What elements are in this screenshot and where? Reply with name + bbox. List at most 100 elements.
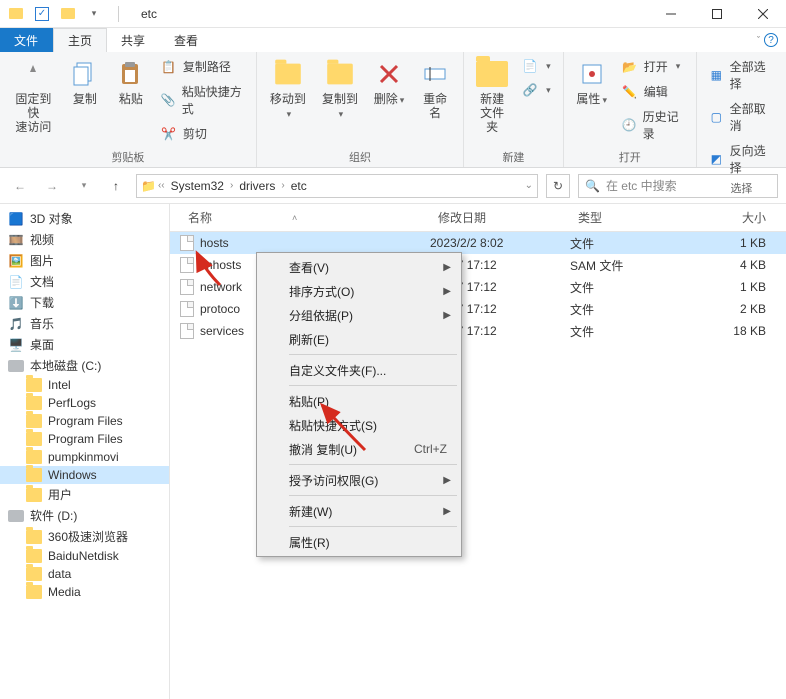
breadcrumb[interactable]: 📁 ‹‹ System32 › drivers › etc ⌄ — [136, 174, 538, 198]
tree-item[interactable]: 用户 — [0, 484, 169, 505]
menu-paste-shortcut[interactable]: 粘贴快捷方式(S) — [259, 413, 459, 437]
menu-grant-access[interactable]: 授予访问权限(G)▶ — [259, 468, 459, 492]
tree-item[interactable]: 🖼️图片 — [0, 250, 169, 271]
copy-button[interactable]: 复制 — [65, 56, 105, 108]
search-input[interactable]: 🔍 在 etc 中搜索 — [578, 174, 778, 198]
col-date[interactable]: 修改日期 — [430, 209, 570, 226]
tree-item[interactable]: 🟦3D 对象 — [0, 208, 169, 229]
col-size[interactable]: 大小 — [670, 209, 786, 226]
tree-item[interactable]: Intel — [0, 376, 169, 394]
pin-button[interactable]: 固定到快 速访问 — [8, 56, 59, 136]
dropdown-icon[interactable]: ⌄ — [525, 180, 533, 191]
column-headers[interactable]: 名称˄ 修改日期 类型 大小 — [170, 204, 786, 232]
menu-new[interactable]: 新建(W)▶ — [259, 499, 459, 523]
copy-path-button[interactable]: 📋复制路径 — [157, 56, 248, 77]
breadcrumb-item[interactable]: etc — [287, 179, 311, 193]
up-button[interactable]: ↑ — [104, 174, 128, 198]
chevron-icon[interactable]: › — [230, 180, 233, 191]
help-button[interactable]: ˇ? — [755, 28, 778, 52]
folder-icon-2 — [60, 6, 76, 22]
menu-refresh[interactable]: 刷新(E) — [259, 327, 459, 351]
breadcrumb-item[interactable]: drivers — [235, 179, 279, 193]
file-icon — [180, 235, 194, 251]
menu-paste[interactable]: 粘贴(P) — [259, 389, 459, 413]
tree-item[interactable]: BaiduNetdisk — [0, 547, 169, 565]
tree-item-label: Windows — [48, 468, 97, 482]
col-type[interactable]: 类型 — [570, 209, 670, 226]
select-none-button[interactable]: ▢全部取消 — [705, 98, 778, 136]
qat-dropdown-icon[interactable]: ▾ — [86, 6, 102, 22]
tree-item[interactable]: ⬇️下载 — [0, 292, 169, 313]
folder-icon — [26, 378, 42, 392]
file-size: 4 KB — [670, 258, 786, 272]
tree-item[interactable]: Program Files — [0, 430, 169, 448]
easy-access-button[interactable]: 🔗▾ — [518, 80, 555, 100]
folder-icon — [26, 432, 42, 446]
new-folder-button[interactable]: 新建 文件夹 — [472, 56, 512, 136]
tree-item[interactable]: Media — [0, 583, 169, 601]
tree-item-label: 本地磁盘 (C:) — [30, 357, 101, 374]
move-to-button[interactable]: 移动到▾ — [265, 56, 311, 123]
file-type: SAM 文件 — [570, 257, 670, 274]
group-open-label: 打开 — [572, 147, 688, 165]
tab-file[interactable]: 文件 — [0, 28, 53, 52]
tree-item[interactable]: 🎵音乐 — [0, 313, 169, 334]
close-button[interactable] — [740, 0, 786, 28]
minimize-button[interactable] — [648, 0, 694, 28]
vid-icon: 🎞️ — [8, 233, 24, 247]
cut-button[interactable]: ✂️剪切 — [157, 123, 248, 144]
tree-item[interactable]: 🖥️桌面 — [0, 334, 169, 355]
history-button[interactable]: 🕘历史记录 — [618, 106, 688, 144]
refresh-button[interactable]: ↻ — [546, 174, 570, 198]
tree-item[interactable]: 🎞️视频 — [0, 229, 169, 250]
menu-customize[interactable]: 自定义文件夹(F)... — [259, 358, 459, 382]
forward-button[interactable]: → — [40, 174, 64, 198]
tree-item[interactable]: Windows — [0, 466, 169, 484]
rename-button[interactable]: 重命名 — [415, 56, 455, 122]
menu-view[interactable]: 查看(V)▶ — [259, 255, 459, 279]
folder-icon — [26, 585, 42, 599]
tree-item[interactable]: 软件 (D:) — [0, 505, 169, 526]
recent-button[interactable]: ▾ — [72, 174, 96, 198]
tree-item[interactable]: PerfLogs — [0, 394, 169, 412]
new-item-button[interactable]: 📄▾ — [518, 56, 555, 76]
paste-button[interactable]: 粘贴 — [111, 56, 151, 108]
tree-item-label: 3D 对象 — [30, 210, 73, 227]
delete-button[interactable]: 删除▾ — [369, 56, 409, 109]
menu-properties[interactable]: 属性(R) — [259, 530, 459, 554]
table-row[interactable]: hosts2023/2/2 8:02文件1 KB — [170, 232, 786, 254]
menu-undo[interactable]: 撤消 复制(U)Ctrl+Z — [259, 437, 459, 461]
tree-item[interactable]: 360极速浏览器 — [0, 526, 169, 547]
tab-share[interactable]: 共享 — [107, 28, 160, 52]
tab-home[interactable]: 主页 — [53, 28, 107, 52]
breadcrumb-item[interactable]: System32 — [167, 179, 228, 193]
file-type: 文件 — [570, 323, 670, 340]
copy-to-button[interactable]: 复制到▾ — [317, 56, 363, 123]
file-name: hosts — [200, 236, 229, 250]
tree-item[interactable]: Program Files — [0, 412, 169, 430]
maximize-button[interactable] — [694, 0, 740, 28]
tree-item[interactable]: 本地磁盘 (C:) — [0, 355, 169, 376]
edit-button[interactable]: ✏️编辑 — [618, 81, 688, 102]
menu-sort[interactable]: 排序方式(O)▶ — [259, 279, 459, 303]
chevron-icon[interactable]: ‹‹ — [158, 180, 165, 191]
tree-item[interactable]: 📄文档 — [0, 271, 169, 292]
chevron-icon[interactable]: › — [281, 180, 284, 191]
tree-item[interactable]: pumpkinmovi — [0, 448, 169, 466]
menu-group[interactable]: 分组依据(P)▶ — [259, 303, 459, 327]
paste-shortcut-button[interactable]: 📎粘贴快捷方式 — [157, 81, 248, 119]
tree-item[interactable]: data — [0, 565, 169, 583]
folder-icon — [26, 450, 42, 464]
open-button[interactable]: 📂打开▾ — [618, 56, 688, 77]
disk-icon — [8, 360, 24, 372]
chevron-right-icon: ▶ — [443, 262, 451, 273]
qat-checkbox-icon[interactable]: ✓ — [34, 6, 50, 22]
back-button[interactable]: ← — [8, 174, 32, 198]
select-all-button[interactable]: ▦全部选择 — [705, 56, 778, 94]
nav-tree[interactable]: 🟦3D 对象🎞️视频🖼️图片📄文档⬇️下载🎵音乐🖥️桌面本地磁盘 (C:) Int… — [0, 204, 170, 699]
tab-view[interactable]: 查看 — [160, 28, 213, 52]
pic-icon: 🖼️ — [8, 254, 24, 268]
invert-selection-button[interactable]: ◩反向选择 — [705, 140, 778, 178]
properties-button[interactable]: 属性▾ — [572, 56, 612, 109]
col-name[interactable]: 名称 — [188, 209, 212, 226]
